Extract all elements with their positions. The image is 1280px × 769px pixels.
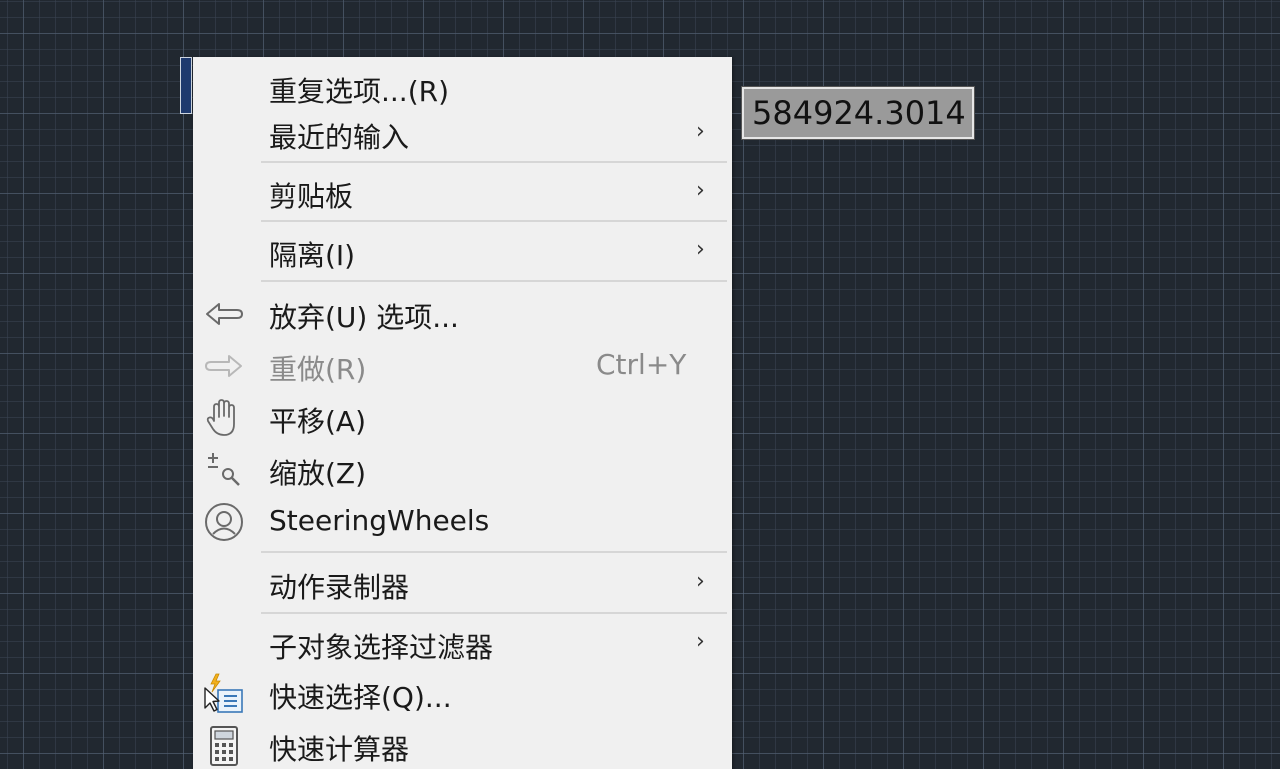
menu-item-label: 快速选择(Q)... bbox=[269, 681, 452, 714]
menu-item-label: 重做(R) bbox=[269, 353, 367, 386]
menu-item-label: 放弃(U) 选项... bbox=[269, 301, 459, 334]
menu-item-label: 动作录制器 bbox=[269, 571, 410, 604]
chevron-right-icon: › bbox=[696, 237, 705, 262]
menu-item-label: 剪贴板 bbox=[269, 180, 354, 213]
chevron-right-icon: › bbox=[696, 178, 705, 203]
menu-item-shortcut: Ctrl+Y bbox=[596, 348, 687, 381]
menu-item-quick-select[interactable]: 快速选择(Q)... bbox=[193, 669, 732, 719]
undo-icon bbox=[201, 291, 247, 337]
redo-icon bbox=[201, 343, 247, 389]
steering-wheel-icon bbox=[201, 499, 247, 545]
menu-item-label: 缩放(Z) bbox=[269, 457, 367, 490]
chevron-right-icon: › bbox=[696, 569, 705, 594]
menu-separator bbox=[261, 161, 727, 163]
menu-separator bbox=[261, 551, 727, 553]
zoom-icon bbox=[201, 447, 247, 493]
menu-item-zoom[interactable]: 缩放(Z) bbox=[193, 445, 732, 495]
menu-item-quick-calculator[interactable]: 快速计算器 bbox=[193, 721, 732, 769]
menu-separator bbox=[261, 280, 727, 282]
menu-item-label: 重复选项...(R) bbox=[269, 75, 450, 108]
pan-hand-icon bbox=[201, 395, 247, 441]
menu-item-label: SteeringWheels bbox=[269, 504, 490, 537]
chevron-right-icon: › bbox=[696, 629, 705, 654]
menu-item-steeringwheels[interactable]: SteeringWheels bbox=[193, 497, 732, 547]
menu-item-undo[interactable]: 放弃(U) 选项... bbox=[193, 289, 732, 339]
quick-select-icon bbox=[201, 671, 247, 717]
chevron-right-icon: › bbox=[696, 119, 705, 144]
menu-item-subobject-filter[interactable]: 子对象选择过滤器 › bbox=[193, 619, 732, 669]
menu-item-pan[interactable]: 平移(A) bbox=[193, 393, 732, 443]
crosshair-cursor bbox=[180, 57, 192, 114]
menu-separator bbox=[261, 220, 727, 222]
menu-item-label: 快速计算器 bbox=[269, 733, 410, 766]
menu-item-label: 子对象选择过滤器 bbox=[269, 631, 494, 664]
menu-separator bbox=[261, 612, 727, 614]
menu-item-label: 隔离(I) bbox=[269, 239, 356, 272]
context-menu: 重复选项...(R) 最近的输入 › 剪贴板 › 隔离(I) › 放弃(U) 选… bbox=[193, 57, 732, 769]
menu-item-isolate[interactable]: 隔离(I) › bbox=[193, 228, 732, 276]
menu-item-action-recorder[interactable]: 动作录制器 › bbox=[193, 559, 732, 609]
menu-item-label: 最近的输入 bbox=[269, 121, 410, 154]
calculator-icon bbox=[201, 723, 247, 769]
menu-item-recent-input[interactable]: 最近的输入 › bbox=[193, 111, 732, 157]
menu-item-clipboard[interactable]: 剪贴板 › bbox=[193, 169, 732, 217]
menu-item-redo[interactable]: 重做(R) Ctrl+Y bbox=[193, 341, 732, 391]
menu-item-repeat-options[interactable]: 重复选项...(R) bbox=[193, 65, 732, 111]
menu-item-label: 平移(A) bbox=[269, 405, 367, 438]
drawing-canvas[interactable]: 584924.3014 重复选项...(R) 最近的输入 › 剪贴板 › 隔离(… bbox=[0, 0, 1280, 769]
coordinate-tooltip: 584924.3014 bbox=[742, 87, 974, 139]
